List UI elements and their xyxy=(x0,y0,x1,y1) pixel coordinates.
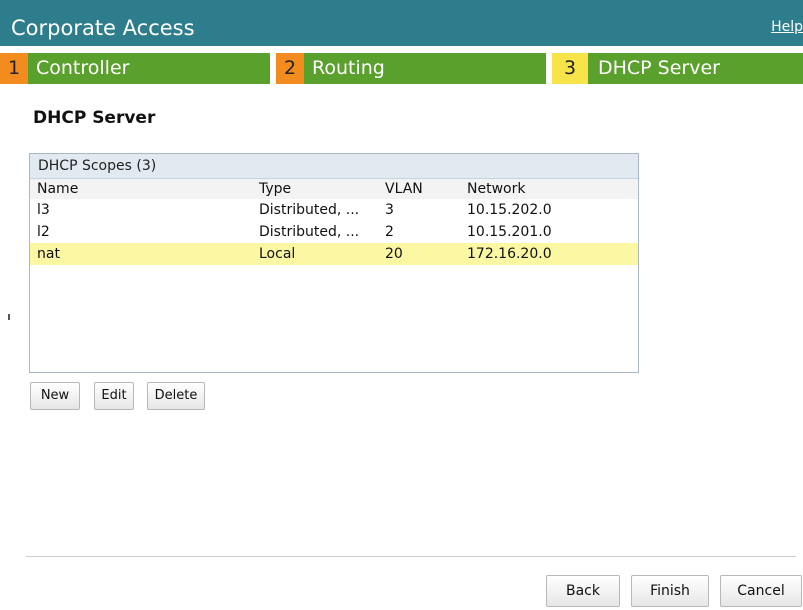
table-header-row: Name Type VLAN Network xyxy=(30,179,638,199)
step-number: 1 xyxy=(0,53,28,84)
new-button[interactable]: New xyxy=(30,382,80,410)
table-row[interactable]: l3 Distributed, ... 3 10.15.202.0 xyxy=(30,199,638,221)
cell-network: 10.15.201.0 xyxy=(467,224,552,240)
table-caption: DHCP Scopes (3) xyxy=(30,154,638,179)
step-number: 3 xyxy=(552,53,588,84)
dhcp-scopes-table: DHCP Scopes (3) Name Type VLAN Network l… xyxy=(29,153,639,373)
step-label: DHCP Server xyxy=(598,57,720,79)
step-label: Controller xyxy=(36,57,130,79)
column-header-network[interactable]: Network xyxy=(467,179,525,199)
column-header-vlan[interactable]: VLAN xyxy=(385,179,423,199)
cell-type: Distributed, ... xyxy=(259,224,360,240)
cell-vlan: 3 xyxy=(385,202,394,218)
step-routing[interactable]: 2 Routing xyxy=(276,53,546,84)
step-dhcp-server[interactable]: 3 DHCP Server xyxy=(552,53,803,84)
cell-network: 172.16.20.0 xyxy=(467,246,552,262)
step-controller[interactable]: 1 Controller xyxy=(0,53,270,84)
table-row-selected[interactable]: nat Local 20 172.16.20.0 xyxy=(30,243,638,265)
cell-network: 10.15.202.0 xyxy=(467,202,552,218)
app-title: Corporate Access xyxy=(11,16,195,40)
column-header-name[interactable]: Name xyxy=(37,179,78,199)
cell-type: Local xyxy=(259,246,296,262)
page-title: DHCP Server xyxy=(33,108,156,128)
cell-name: l3 xyxy=(37,202,50,218)
column-header-type[interactable]: Type xyxy=(259,179,291,199)
finish-button[interactable]: Finish xyxy=(631,575,709,607)
step-label: Routing xyxy=(312,57,385,79)
cell-vlan: 2 xyxy=(385,224,394,240)
step-number: 2 xyxy=(276,53,304,84)
table-row[interactable]: l2 Distributed, ... 2 10.15.201.0 xyxy=(30,221,638,243)
help-link[interactable]: Help xyxy=(771,19,803,35)
cancel-button[interactable]: Cancel xyxy=(720,575,802,607)
back-button[interactable]: Back xyxy=(546,575,620,607)
edit-button[interactable]: Edit xyxy=(94,382,134,410)
footer-divider xyxy=(26,556,796,557)
stray-mark xyxy=(8,314,10,320)
cell-name: nat xyxy=(37,246,60,262)
cell-name: l2 xyxy=(37,224,50,240)
cell-type: Distributed, ... xyxy=(259,202,360,218)
title-bar: Corporate Access Help xyxy=(0,0,803,46)
wizard-steps: 1 Controller 2 Routing 3 DHCP Server xyxy=(0,53,803,84)
cell-vlan: 20 xyxy=(385,246,403,262)
delete-button[interactable]: Delete xyxy=(147,382,205,410)
